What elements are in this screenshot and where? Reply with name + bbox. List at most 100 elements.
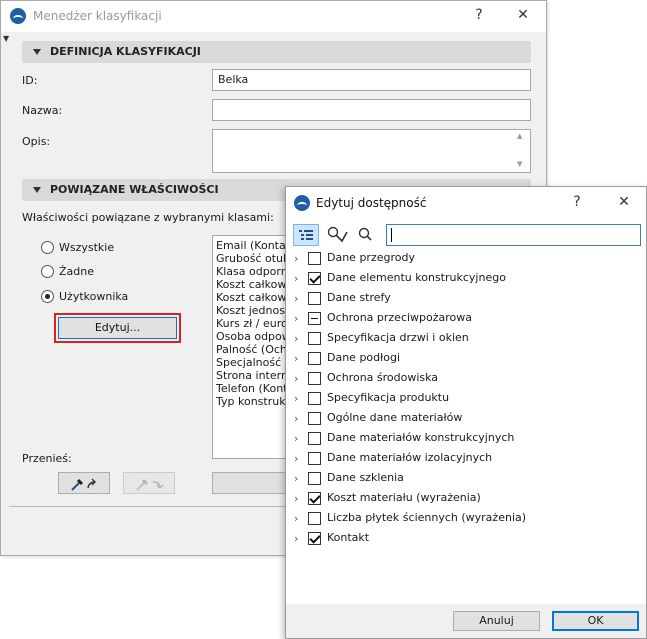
tree-row[interactable]: › Dane szklenia bbox=[286, 468, 626, 488]
expand-chevron-icon[interactable]: › bbox=[294, 412, 298, 425]
tree-row[interactable]: › Ochrona środowiska bbox=[286, 368, 626, 388]
property-item[interactable]: Typ konstrukc bbox=[216, 395, 291, 408]
property-item[interactable]: Email (Kontakt bbox=[216, 239, 291, 252]
ok-button[interactable]: OK bbox=[552, 611, 639, 631]
tree-row[interactable]: › Specyfikacja produktu bbox=[286, 388, 626, 408]
expand-chevron-icon[interactable]: › bbox=[294, 272, 298, 285]
availability-checkbox[interactable] bbox=[308, 292, 321, 305]
tree-row[interactable]: › Dane podłogi bbox=[286, 348, 626, 368]
tree-view-button[interactable] bbox=[293, 224, 319, 246]
availability-checkbox[interactable] bbox=[308, 372, 321, 385]
property-item[interactable]: Koszt jednost bbox=[216, 304, 289, 317]
edit-availability-dialog: Edytuj dostępność ? ✕ › Dane przegrody › Da… bbox=[285, 186, 647, 639]
collapse-arrow-icon[interactable]: ▼ bbox=[3, 34, 9, 43]
tree-row[interactable]: › Dane elementu konstrukcyjnego bbox=[286, 268, 626, 288]
property-item[interactable]: Kurs zł / euro bbox=[216, 317, 288, 330]
dialog-close-button[interactable]: ✕ bbox=[614, 194, 634, 210]
expand-chevron-icon[interactable]: › bbox=[294, 452, 298, 465]
availability-checkbox[interactable] bbox=[308, 312, 321, 325]
radio-none-label[interactable]: Żadne bbox=[59, 265, 94, 278]
description-label: Opis: bbox=[22, 135, 51, 148]
description-field[interactable] bbox=[212, 129, 531, 173]
availability-checkbox[interactable] bbox=[308, 272, 321, 285]
expand-chevron-icon[interactable]: › bbox=[294, 372, 298, 385]
move-out-button[interactable] bbox=[58, 472, 110, 494]
availability-checkbox[interactable] bbox=[308, 252, 321, 265]
property-item[interactable]: Specjalność (K bbox=[216, 356, 291, 369]
radio-custom[interactable] bbox=[41, 290, 54, 303]
expand-chevron-icon[interactable]: › bbox=[294, 312, 298, 325]
tree-row-label: Dane szklenia bbox=[327, 471, 404, 484]
tree-row-label: Dane materiałów konstrukcyjnych bbox=[327, 431, 515, 444]
property-item[interactable]: Koszt całkowi bbox=[216, 291, 289, 304]
id-label: ID: bbox=[22, 74, 38, 87]
filter-checked-button[interactable] bbox=[324, 224, 350, 246]
tree-row[interactable]: › Specyfikacja drzwi i okien bbox=[286, 328, 626, 348]
expand-chevron-icon[interactable]: › bbox=[294, 332, 298, 345]
availability-tree: › Dane przegrody › Dane elementu konstrukcy… bbox=[286, 248, 647, 608]
availability-checkbox[interactable] bbox=[308, 352, 321, 365]
name-field[interactable] bbox=[212, 99, 531, 121]
scroll-up-icon[interactable]: ▲ bbox=[517, 132, 522, 140]
radio-none[interactable] bbox=[41, 265, 54, 278]
linked-properties-label: Właściwości powiązane z wybranymi klasam… bbox=[22, 211, 274, 224]
availability-checkbox[interactable] bbox=[308, 532, 321, 545]
availability-checkbox[interactable] bbox=[308, 492, 321, 505]
property-item[interactable]: Palność (Ochr bbox=[216, 343, 291, 356]
main-titlebar: Menedżer klasyfikacji ? ✕ bbox=[1, 1, 546, 32]
expand-chevron-icon[interactable]: › bbox=[294, 472, 298, 485]
availability-checkbox[interactable] bbox=[308, 332, 321, 345]
availability-checkbox[interactable] bbox=[308, 472, 321, 485]
expand-chevron-icon[interactable]: › bbox=[294, 392, 298, 405]
secondary-action-button[interactable] bbox=[212, 472, 292, 494]
availability-checkbox[interactable] bbox=[308, 432, 321, 445]
expand-chevron-icon[interactable]: › bbox=[294, 512, 298, 525]
expand-chevron-icon[interactable]: › bbox=[294, 252, 298, 265]
move-label: Przenieś: bbox=[22, 452, 72, 465]
tree-row[interactable]: › Ogólne dane materiałów bbox=[286, 408, 626, 428]
radio-all-label[interactable]: Wszystkie bbox=[59, 241, 114, 254]
radio-all[interactable] bbox=[41, 241, 54, 254]
property-item[interactable]: Osoba odpow bbox=[216, 330, 291, 343]
tree-row[interactable]: › Dane materiałów konstrukcyjnych bbox=[286, 428, 626, 448]
availability-checkbox[interactable] bbox=[308, 392, 321, 405]
availability-checkbox[interactable] bbox=[308, 452, 321, 465]
radio-custom-label[interactable]: Użytkownika bbox=[59, 290, 128, 303]
property-item[interactable]: Strona intern bbox=[216, 369, 288, 382]
scroll-down-icon[interactable]: ▼ bbox=[517, 160, 522, 168]
linked-properties-list[interactable]: Email (Kontakt Grubość otuli Klasa odpor… bbox=[212, 235, 292, 459]
availability-checkbox[interactable] bbox=[308, 512, 321, 525]
tree-row[interactable]: › Dane przegrody bbox=[286, 248, 626, 268]
property-item[interactable]: Grubość otuli bbox=[216, 252, 289, 265]
tree-row[interactable]: › Koszt materiału (wyrażenia) bbox=[286, 488, 626, 508]
expand-chevron-icon[interactable]: › bbox=[294, 532, 298, 545]
expand-chevron-icon[interactable]: › bbox=[294, 492, 298, 505]
tree-row[interactable]: › Dane materiałów izolacyjnych bbox=[286, 448, 626, 468]
expand-chevron-icon[interactable]: › bbox=[294, 432, 298, 445]
tree-row[interactable]: › Dane strefy bbox=[286, 288, 626, 308]
property-item[interactable]: Koszt całkowi bbox=[216, 278, 289, 291]
id-field[interactable]: Belka bbox=[212, 69, 531, 91]
property-item[interactable]: Klasa odporn bbox=[216, 265, 288, 278]
edit-button[interactable]: Edytuj... bbox=[58, 317, 177, 339]
expand-chevron-icon[interactable]: › bbox=[294, 292, 298, 305]
expand-chevron-icon[interactable]: › bbox=[294, 352, 298, 365]
availability-checkbox[interactable] bbox=[308, 412, 321, 425]
tree-row[interactable]: › Liczba płytek ściennych (wyrażenia) bbox=[286, 508, 626, 528]
tree-row-label: Kontakt bbox=[327, 531, 370, 544]
search-input[interactable] bbox=[386, 224, 641, 246]
property-item[interactable]: Telefon (Konta bbox=[216, 382, 291, 395]
tree-row[interactable]: › Kontakt bbox=[286, 528, 626, 548]
tree-row[interactable]: › Ochrona przeciwpożarowa bbox=[286, 308, 626, 328]
main-help-button[interactable]: ? bbox=[469, 7, 489, 23]
cancel-button[interactable]: Anuluj bbox=[453, 611, 540, 631]
main-close-button[interactable]: ✕ bbox=[513, 7, 533, 23]
tree-row-label: Liczba płytek ściennych (wyrażenia) bbox=[327, 511, 527, 524]
dialog-help-button[interactable]: ? bbox=[567, 194, 587, 210]
section-classification-definition[interactable]: DEFINICJA KLASYFIKACJI bbox=[22, 41, 531, 63]
eyedropper-move-icon bbox=[71, 478, 96, 491]
tree-row-label: Dane przegrody bbox=[327, 251, 415, 264]
tree-row-label: Ochrona środowiska bbox=[327, 371, 439, 384]
search-button[interactable] bbox=[353, 224, 379, 246]
move-in-button[interactable] bbox=[123, 472, 175, 494]
